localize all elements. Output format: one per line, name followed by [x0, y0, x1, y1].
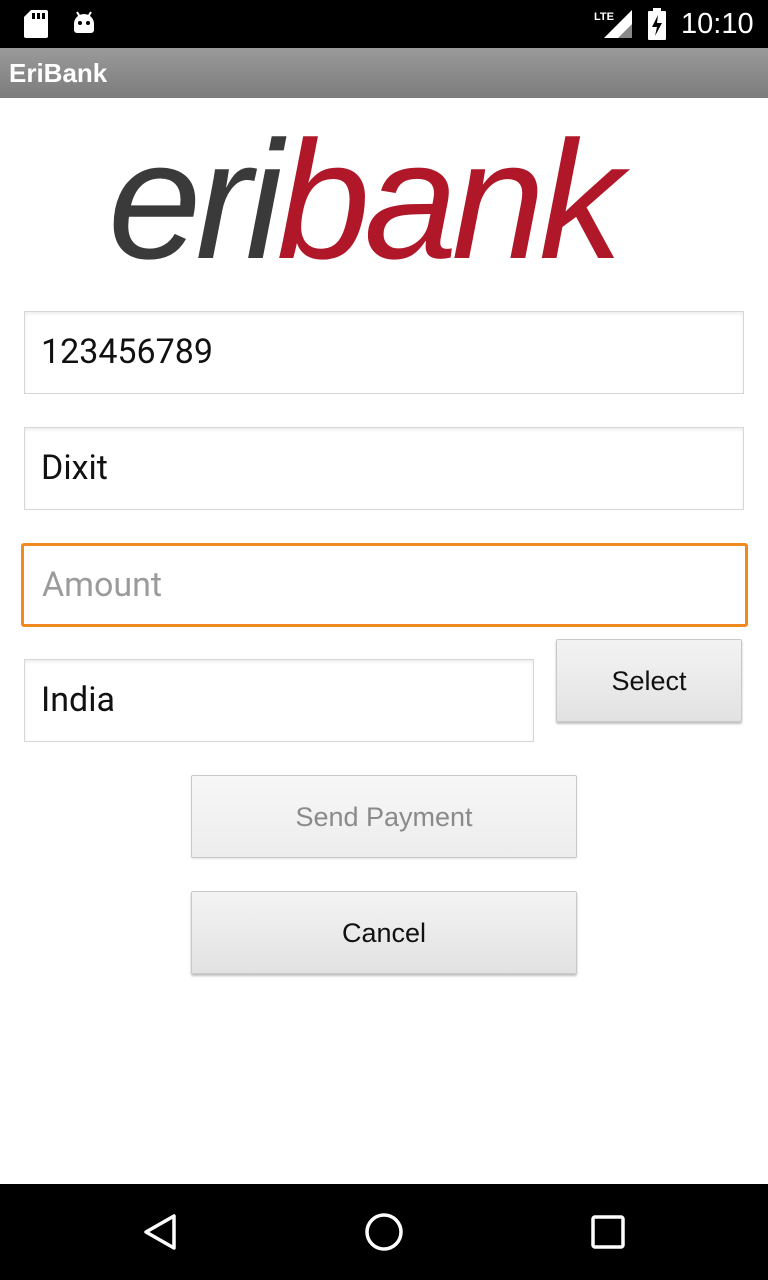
status-clock: 10:10 — [681, 8, 754, 40]
app-title: EriBank — [9, 58, 108, 88]
home-icon[interactable] — [360, 1208, 408, 1256]
account-number-field[interactable]: 123456789 — [24, 311, 744, 394]
android-debug-icon — [70, 8, 98, 41]
logo-bank: bank — [277, 118, 631, 278]
send-payment-button[interactable]: Send Payment — [191, 775, 577, 858]
select-country-button[interactable]: Select — [556, 639, 742, 722]
cancel-button[interactable]: Cancel — [191, 891, 577, 974]
country-field[interactable]: India — [24, 659, 534, 742]
back-icon[interactable] — [136, 1208, 184, 1256]
status-bar: LTE 10:10 — [0, 0, 768, 48]
amount-field[interactable]: Amount — [21, 543, 748, 627]
logo-eri: eri — [108, 118, 287, 278]
name-value: Dixit — [41, 448, 108, 488]
navigation-bar — [0, 1184, 768, 1280]
sd-card-icon — [24, 10, 48, 43]
svg-text:LTE: LTE — [594, 11, 614, 23]
amount-placeholder: Amount — [42, 565, 163, 605]
screen: LTE 10:10 EriBank eribank 123456789 Dixi… — [0, 0, 768, 1280]
name-field[interactable]: Dixit — [24, 427, 744, 510]
eribank-logo: eribank — [108, 106, 668, 294]
recents-icon[interactable] — [584, 1208, 632, 1256]
account-number-value: 123456789 — [41, 332, 213, 372]
app-bar: EriBank — [0, 48, 768, 98]
svg-text:eribank: eribank — [108, 118, 631, 278]
battery-charging-icon — [647, 8, 667, 45]
lte-signal-icon: LTE — [594, 8, 634, 45]
country-value: India — [41, 680, 115, 720]
